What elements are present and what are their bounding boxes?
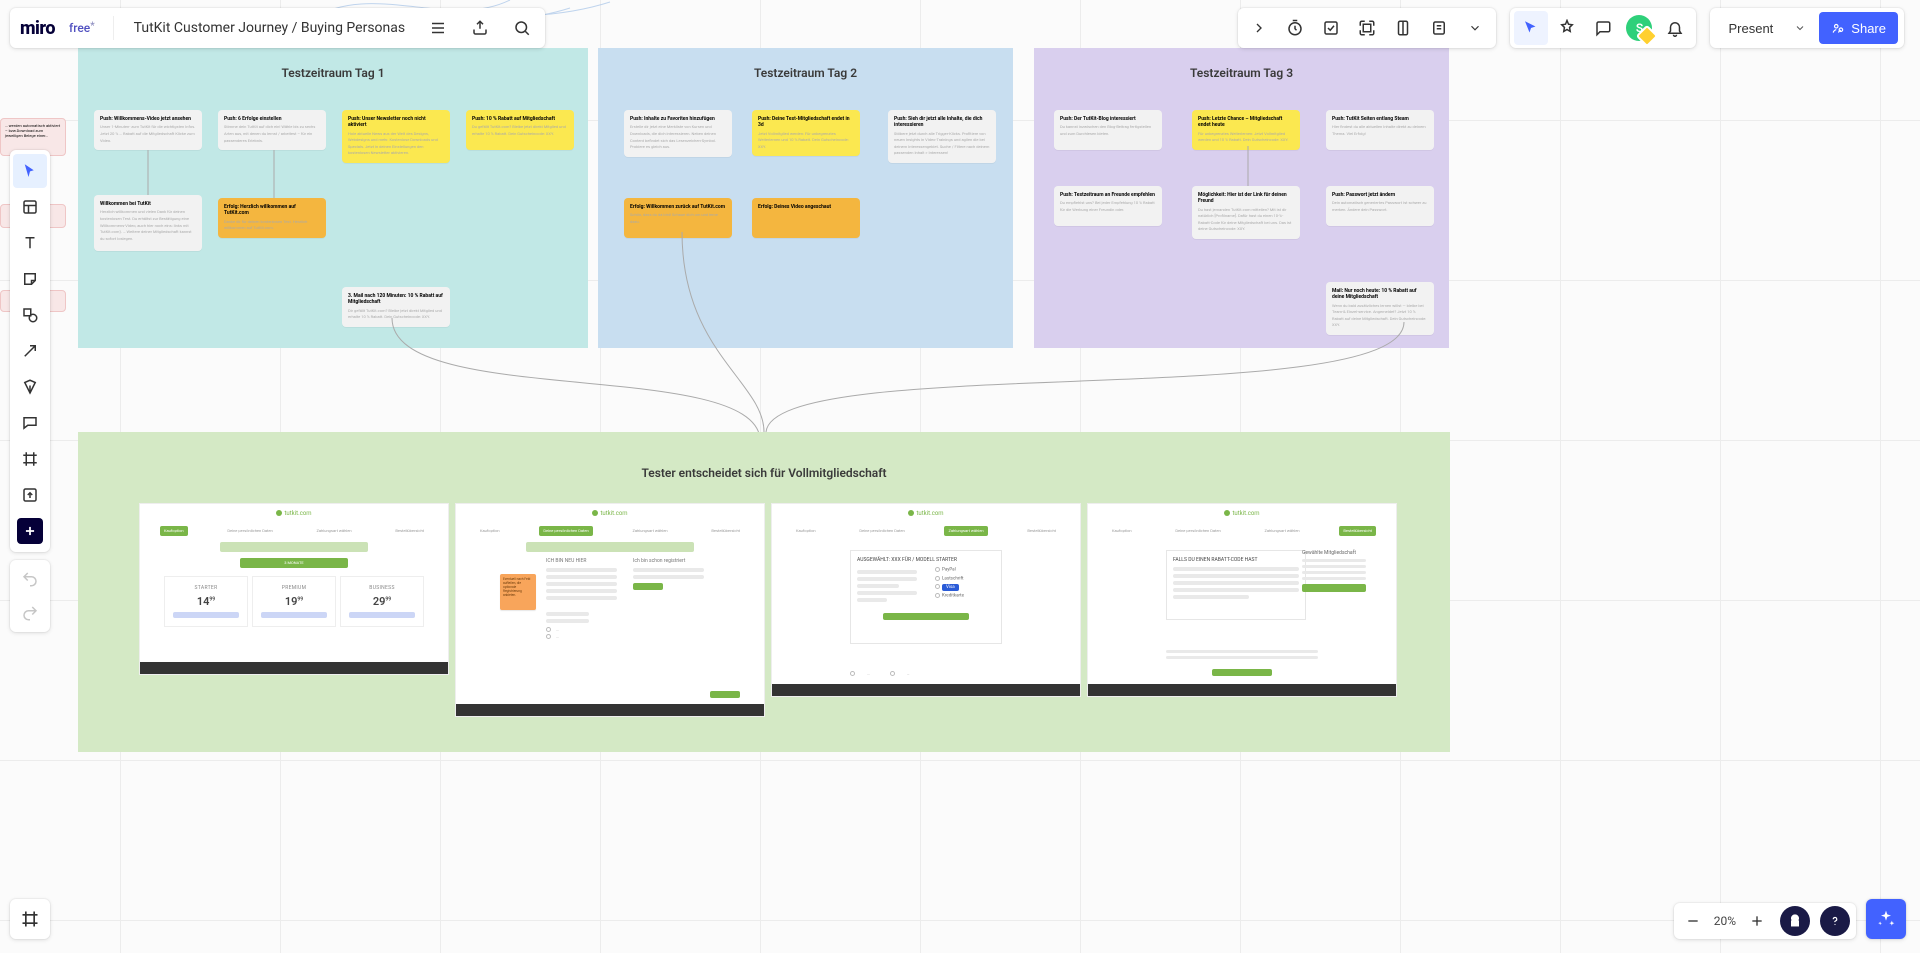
activity-bell-icon[interactable] xyxy=(1658,11,1692,45)
search-icon[interactable] xyxy=(505,11,539,45)
timer-icon[interactable] xyxy=(1278,11,1312,45)
templates-tool-icon[interactable] xyxy=(13,190,47,224)
frame-tool-icon[interactable] xyxy=(13,442,47,476)
card[interactable]: Push: Inhalte zu Favoriten hinzufügenErs… xyxy=(624,110,732,157)
miro-logo[interactable]: miro xyxy=(20,18,55,39)
frame-day3-title: Testzeitraum Tag 3 xyxy=(1034,66,1449,80)
card[interactable]: Push: Deine Test-Mitgliedschaft endet in… xyxy=(752,110,860,156)
more-tools-button[interactable] xyxy=(17,518,43,544)
card[interactable]: Push: Willkommens-Video jetzt ansehenUns… xyxy=(94,110,202,150)
main-menu-icon[interactable] xyxy=(421,11,455,45)
card[interactable]: Push: Testzeitraum an Freunde empfehlenD… xyxy=(1054,186,1162,226)
arrow-tool-icon[interactable] xyxy=(13,334,47,368)
comments-panel-icon[interactable] xyxy=(1586,11,1620,45)
card[interactable]: Willkommen bei TutKitHerzlich willkommen… xyxy=(94,195,202,251)
card[interactable]: Push: Sieh dir jetzt alle Inhalte, die d… xyxy=(888,110,996,163)
collab-more-icon[interactable] xyxy=(1458,11,1492,45)
sticky-tool-icon[interactable] xyxy=(13,262,47,296)
present-share-group: Present Share xyxy=(1710,8,1904,48)
voting-icon[interactable] xyxy=(1314,11,1348,45)
miro-ai-button[interactable] xyxy=(1866,899,1906,939)
estimation-icon[interactable] xyxy=(1386,11,1420,45)
help-icon[interactable] xyxy=(1820,906,1850,936)
shape-tool-icon[interactable] xyxy=(13,298,47,332)
expand-right-panel-icon[interactable] xyxy=(1242,11,1276,45)
frame-fullmember-title: Tester entscheidet sich für Vollmitglied… xyxy=(78,466,1450,480)
user-avatar[interactable]: S xyxy=(1626,15,1652,41)
wireframe-register[interactable]: tutkit.com Kaufoption Deine persönlichen… xyxy=(456,504,764,716)
divider xyxy=(113,16,114,40)
undo-redo-group xyxy=(10,560,50,632)
zoom-in-icon[interactable] xyxy=(1744,904,1770,938)
sticky-note[interactable]: Eventuell nach Feld aufteilen, die optio… xyxy=(500,574,536,610)
board-title[interactable]: TutKit Customer Journey / Buying Persona… xyxy=(126,20,413,36)
card[interactable]: Push: 6 Erfolge einstellenStimme dein Tu… xyxy=(218,110,326,150)
collab-tools-group xyxy=(1238,8,1496,48)
select-tool-icon[interactable] xyxy=(13,154,47,188)
frames-panel-button[interactable] xyxy=(10,899,50,939)
interaction-mode-group: S xyxy=(1510,8,1696,48)
note-list-icon[interactable] xyxy=(1422,11,1456,45)
card[interactable]: Erfolg: Willkommen zurück auf TutKit.com… xyxy=(624,198,732,238)
zoom-controls: 20% xyxy=(1674,903,1856,939)
comment-tool-icon[interactable] xyxy=(13,406,47,440)
topbar-left: miro free TutKit Customer Journey / Buyi… xyxy=(10,8,545,48)
card[interactable]: Push: 10 % Rabatt auf MitgliedschaftDu g… xyxy=(466,110,574,150)
offscreen-note-text: … werden automatisch aktiviert – bzw.Dow… xyxy=(5,123,60,138)
upload-tool-icon[interactable] xyxy=(13,478,47,512)
cursor-mode-icon[interactable] xyxy=(1514,11,1548,45)
card[interactable]: Erfolg: Deines Video angeschaut xyxy=(752,198,860,238)
frame-day2-title: Testzeitraum Tag 2 xyxy=(598,66,1013,80)
pen-tool-icon[interactable] xyxy=(13,370,47,404)
card[interactable]: Push: Der TutKit-Blog interessiertDu kan… xyxy=(1054,110,1162,150)
card[interactable]: Push: Unser Newsletter noch nicht aktivi… xyxy=(342,110,450,163)
card[interactable]: 3. Mail nach 120 Minuten: 10 % Rabatt au… xyxy=(342,287,450,327)
frame-fullmember[interactable]: Tester entscheidet sich für Vollmitglied… xyxy=(78,432,1450,752)
card[interactable]: Erfolg: Herzlich willkommen auf TutKit.c… xyxy=(218,198,326,238)
creation-toolbar xyxy=(10,150,50,552)
cta xyxy=(710,691,740,698)
card[interactable]: Push: Passwort jetzt ändernDein automati… xyxy=(1326,186,1434,226)
zoom-out-icon[interactable] xyxy=(1680,904,1706,938)
present-button[interactable]: Present xyxy=(1716,12,1785,44)
wireframe-pricing[interactable]: tutkit.com Kaufoption Deine persönlichen… xyxy=(140,504,448,674)
redo-icon[interactable] xyxy=(13,596,47,630)
card[interactable]: Möglichkeit: Hier ist der Link für deine… xyxy=(1192,186,1300,239)
present-dropdown-icon[interactable] xyxy=(1787,22,1813,34)
reactions-icon[interactable] xyxy=(1550,11,1584,45)
wireframe-summary[interactable]: tutkit.com Kaufoption Deine persönlichen… xyxy=(1088,504,1396,696)
wireframe-payment[interactable]: tutkit.com Kaufoption Deine persönlichen… xyxy=(772,504,1080,696)
text-tool-icon[interactable] xyxy=(13,226,47,260)
share-button[interactable]: Share xyxy=(1819,12,1898,44)
attention-icon[interactable] xyxy=(1350,11,1384,45)
zoom-level[interactable]: 20% xyxy=(1710,914,1740,928)
plan-badge[interactable]: free xyxy=(63,21,101,35)
card[interactable]: Push: Letzte Chance – Mitgliedschaft end… xyxy=(1192,110,1300,150)
card[interactable]: Mail: Nur noch heute: 10 % Rabatt auf de… xyxy=(1326,282,1434,335)
export-icon[interactable] xyxy=(463,11,497,45)
card[interactable]: Push: TutKit Seiten entlang SteamHier fi… xyxy=(1326,110,1434,150)
fit-to-screen-icon[interactable] xyxy=(1780,906,1810,936)
undo-icon[interactable] xyxy=(13,562,47,596)
frame-day1-title: Testzeitraum Tag 1 xyxy=(78,66,588,80)
